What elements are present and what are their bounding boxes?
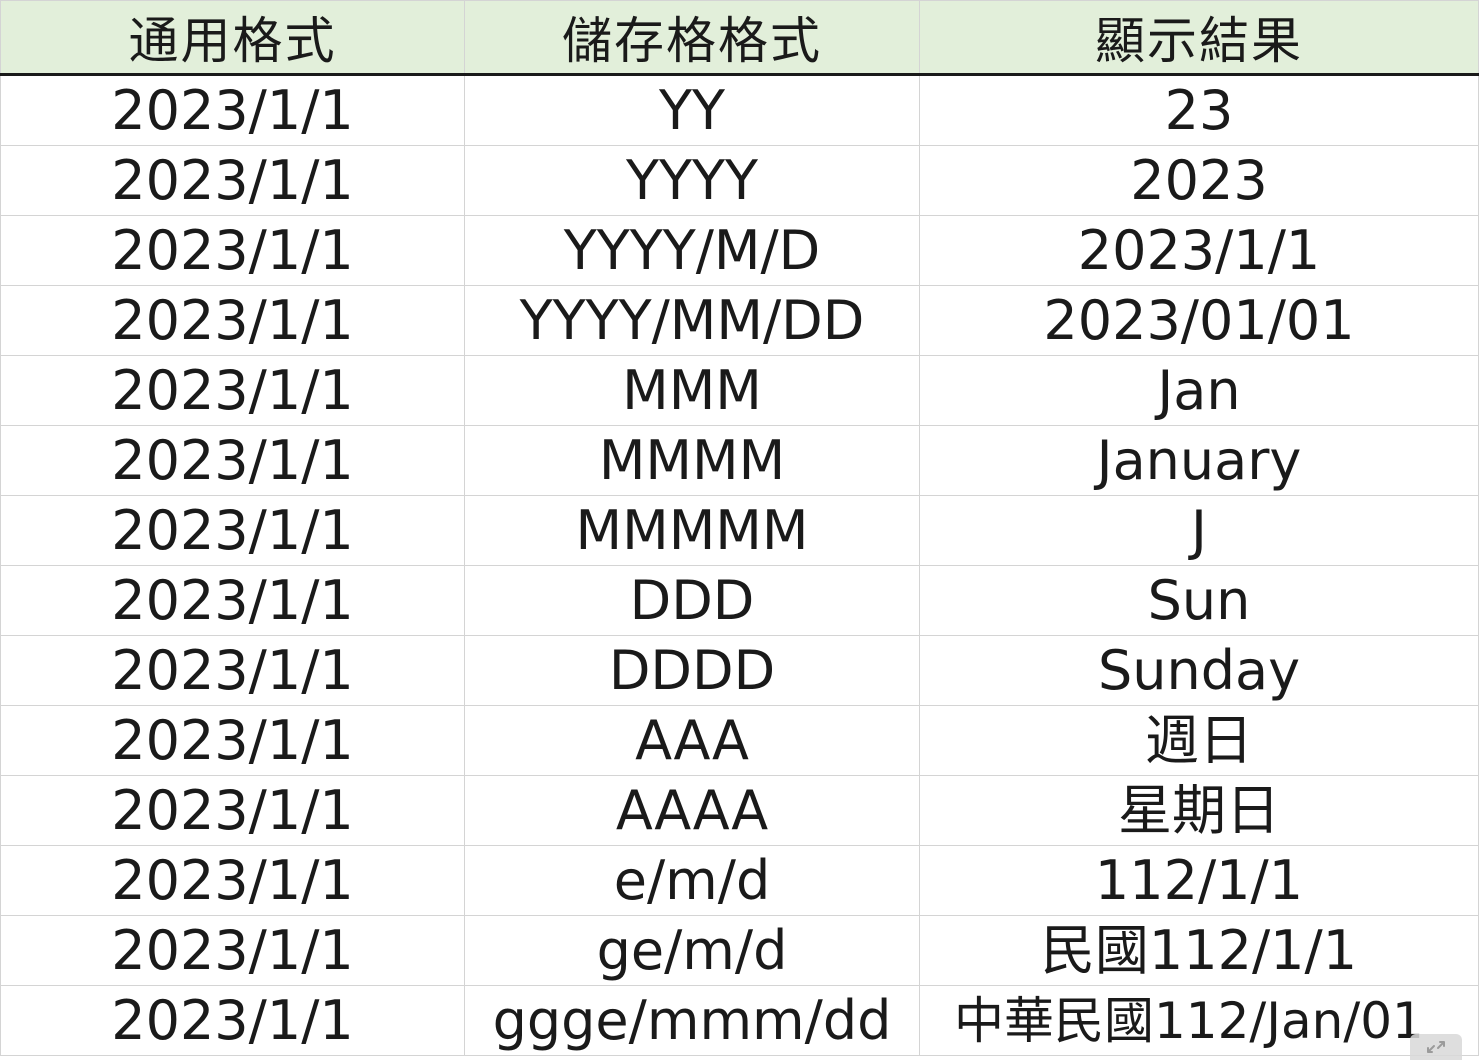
cell-format-code[interactable]: YY (464, 74, 920, 146)
cell-format-code[interactable]: YYYY/MM/DD (464, 285, 920, 356)
table-row: 2023/1/1 YY 23 (0, 74, 1479, 146)
cell-display-result[interactable]: Sun (919, 565, 1479, 636)
cell-format-code[interactable]: MMM (464, 355, 920, 426)
cell-general-format[interactable]: 2023/1/1 (0, 775, 465, 846)
cell-general-format[interactable]: 2023/1/1 (0, 425, 465, 496)
cell-general-format[interactable]: 2023/1/1 (0, 495, 465, 566)
cell-general-format[interactable]: 2023/1/1 (0, 145, 465, 216)
cell-display-result[interactable]: 星期日 (919, 775, 1479, 846)
cell-display-result[interactable]: Jan (919, 355, 1479, 426)
cell-display-result[interactable]: 23 (919, 74, 1479, 146)
header-display-result[interactable]: 顯示結果 (919, 0, 1479, 76)
cell-display-result[interactable]: January (919, 425, 1479, 496)
cell-format-code[interactable]: YYYY/M/D (464, 215, 920, 286)
cell-general-format[interactable]: 2023/1/1 (0, 845, 465, 916)
cell-display-result[interactable]: 2023/1/1 (919, 215, 1479, 286)
cell-general-format[interactable]: 2023/1/1 (0, 355, 465, 426)
table-body: 2023/1/1 YY 23 2023/1/1 YYYY 2023 2023/1… (0, 74, 1479, 1056)
cell-format-code[interactable]: ggge/mmm/dd (464, 985, 920, 1056)
expand-icon[interactable] (1410, 1034, 1462, 1060)
cell-general-format[interactable]: 2023/1/1 (0, 985, 465, 1056)
cell-general-format[interactable]: 2023/1/1 (0, 285, 465, 356)
cell-format-code[interactable]: e/m/d (464, 845, 920, 916)
header-general-format[interactable]: 通用格式 (0, 0, 465, 76)
table-row: 2023/1/1 AAA 週日 (0, 705, 1479, 776)
cell-format-code[interactable]: DDDD (464, 635, 920, 706)
table-row: 2023/1/1 DDDD Sunday (0, 635, 1479, 706)
table-row: 2023/1/1 YYYY/MM/DD 2023/01/01 (0, 285, 1479, 356)
cell-format-code[interactable]: AAA (464, 705, 920, 776)
table-header: 通用格式 儲存格格式 顯示結果 (0, 0, 1479, 76)
cell-display-result[interactable]: 民國112/1/1 (919, 915, 1479, 986)
table-row: 2023/1/1 MMMM January (0, 425, 1479, 496)
cell-display-result[interactable]: 2023/01/01 (919, 285, 1479, 356)
table-row: 2023/1/1 AAAA 星期日 (0, 775, 1479, 846)
header-cell-format[interactable]: 儲存格格式 (464, 0, 920, 76)
cell-format-code[interactable]: MMMM (464, 425, 920, 496)
cell-general-format[interactable]: 2023/1/1 (0, 565, 465, 636)
cell-display-result[interactable]: 中華民國112/Jan/01 (919, 985, 1479, 1056)
cell-display-result[interactable]: Sunday (919, 635, 1479, 706)
cell-general-format[interactable]: 2023/1/1 (0, 705, 465, 776)
cell-display-result[interactable]: 112/1/1 (919, 845, 1479, 916)
cell-general-format[interactable]: 2023/1/1 (0, 215, 465, 286)
table-row: 2023/1/1 YYYY/M/D 2023/1/1 (0, 215, 1479, 286)
table-row: 2023/1/1 DDD Sun (0, 565, 1479, 636)
cell-format-code[interactable]: YYYY (464, 145, 920, 216)
cell-format-code[interactable]: AAAA (464, 775, 920, 846)
cell-general-format[interactable]: 2023/1/1 (0, 915, 465, 986)
expand-icon-glyph (1427, 1041, 1445, 1053)
cell-format-code[interactable]: ge/m/d (464, 915, 920, 986)
cell-display-result[interactable]: J (919, 495, 1479, 566)
cell-general-format[interactable]: 2023/1/1 (0, 635, 465, 706)
cell-display-result[interactable]: 2023 (919, 145, 1479, 216)
date-format-table: 通用格式 儲存格格式 顯示結果 2023/1/1 YY 23 2023/1/1 … (0, 0, 1479, 1056)
header-row: 通用格式 儲存格格式 顯示結果 (0, 0, 1479, 76)
cell-display-result[interactable]: 週日 (919, 705, 1479, 776)
cell-general-format[interactable]: 2023/1/1 (0, 74, 465, 146)
table-row: 2023/1/1 MMM Jan (0, 355, 1479, 426)
table-row: 2023/1/1 ge/m/d 民國112/1/1 (0, 915, 1479, 986)
table-row: 2023/1/1 e/m/d 112/1/1 (0, 845, 1479, 916)
cell-format-code[interactable]: DDD (464, 565, 920, 636)
table-row: 2023/1/1 ggge/mmm/dd 中華民國112/Jan/01 (0, 985, 1479, 1056)
table-row: 2023/1/1 YYYY 2023 (0, 145, 1479, 216)
cell-format-code[interactable]: MMMMM (464, 495, 920, 566)
table-row: 2023/1/1 MMMMM J (0, 495, 1479, 566)
